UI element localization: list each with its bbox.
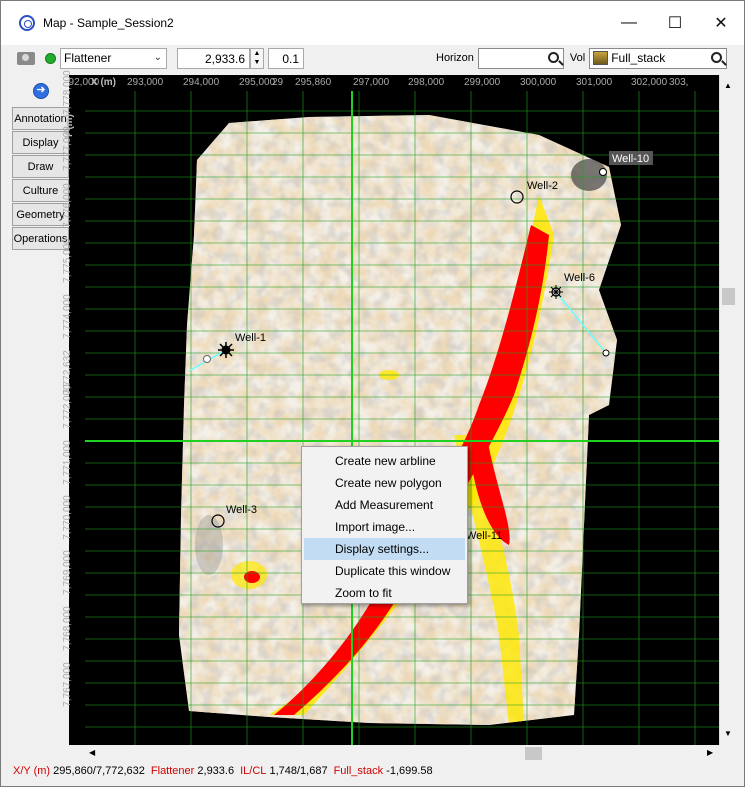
status-flattener-value: 2,933.6 bbox=[197, 765, 235, 777]
horizontal-scroll-thumb[interactable] bbox=[525, 747, 542, 760]
x-tick-label: 299,000 bbox=[464, 77, 501, 88]
status-dot-icon bbox=[45, 52, 56, 64]
chevron-down-icon: ⌄ bbox=[153, 51, 162, 63]
map-window: Map - Sample_Session2 — ☐ ✕ Flattener ⌄ … bbox=[0, 0, 745, 787]
minimize-button[interactable]: — bbox=[606, 1, 652, 45]
status-bar: X/Y (m) 295,860/7,772,632 Flattener 2,93… bbox=[1, 762, 744, 780]
toolbar: Flattener ⌄ 2,933.6 ▲ ▼ 0.1 Horizon Vol F… bbox=[1, 45, 744, 71]
x-tick-label: 300,000 bbox=[520, 77, 557, 88]
well-1-symbol[interactable] bbox=[218, 342, 234, 358]
y-tick-label: 7,774,000 bbox=[61, 294, 73, 339]
y-tick-label: 7,777,000 bbox=[61, 126, 73, 171]
y-tick-label: 7,767,000 bbox=[61, 662, 73, 707]
value-stepper[interactable]: ▲ ▼ bbox=[250, 47, 264, 69]
x-tick-label: 295,000 bbox=[239, 77, 276, 88]
navigate-arrow-icon[interactable]: ➜ bbox=[33, 83, 49, 99]
side-tab-operations[interactable]: Operations bbox=[12, 227, 69, 250]
well-6-symbol[interactable] bbox=[549, 285, 563, 299]
well-label: Well-11 bbox=[466, 530, 502, 542]
menu-item-zoom-to-fit[interactable]: Zoom to fit bbox=[302, 582, 467, 604]
search-icon[interactable] bbox=[711, 51, 723, 63]
x-tick-label: 29 bbox=[272, 77, 284, 88]
vol-label: Vol bbox=[569, 52, 586, 64]
y-tick-label: 7,778,000 bbox=[61, 70, 73, 115]
x-tick-label: 302,000 bbox=[631, 77, 668, 88]
scroll-right-icon[interactable]: ▶ bbox=[707, 748, 713, 757]
map-canvas[interactable]: Well-1 Well-2 Well-3 Well-6 Well-10 Well… bbox=[69, 75, 736, 745]
menu-item-create-new-arbline[interactable]: Create new arbline bbox=[302, 450, 467, 472]
x-tick-label: 293,000 bbox=[127, 77, 164, 88]
scroll-down-icon[interactable]: ▼ bbox=[724, 729, 732, 738]
x-tick-label: 292,000 bbox=[69, 77, 100, 88]
vertical-scroll-thumb[interactable] bbox=[722, 288, 735, 305]
menu-item-add-measurement[interactable]: Add Measurement bbox=[302, 494, 467, 516]
status-ilcl-value: 1,748/1,687 bbox=[269, 765, 328, 777]
menu-item-import-image[interactable]: Import image... bbox=[302, 516, 467, 538]
status-vol-label: Full_stack bbox=[333, 765, 384, 777]
seismic-map-svg[interactable]: Well-1 Well-2 Well-3 Well-6 Well-10 Well… bbox=[69, 75, 736, 745]
y-tick-label: 7,771,000 bbox=[61, 440, 73, 485]
search-icon[interactable] bbox=[547, 51, 559, 63]
close-button[interactable]: ✕ bbox=[698, 1, 744, 45]
x-tick-label: 298,000 bbox=[408, 77, 445, 88]
maximize-button[interactable]: ☐ bbox=[652, 1, 698, 45]
well-label: Well-10 bbox=[612, 153, 649, 165]
side-tab-display[interactable]: Display bbox=[12, 131, 69, 154]
value-input[interactable]: 2,933.6 bbox=[177, 47, 250, 69]
window-title: Map - Sample_Session2 bbox=[43, 16, 174, 30]
x-tick-label: 295,860 bbox=[295, 77, 332, 88]
seismic-amplitude-area bbox=[179, 115, 621, 725]
layer-select[interactable]: Flattener ⌄ bbox=[60, 47, 167, 69]
y-tick-label: 7,775,000 bbox=[61, 238, 73, 283]
y-tick-label: 7,769,000 bbox=[61, 550, 73, 595]
x-tick-label: 297,000 bbox=[353, 77, 390, 88]
side-tab-annotation[interactable]: Annotation bbox=[12, 107, 69, 130]
side-tab-geometry[interactable]: Geometry bbox=[12, 203, 69, 226]
well-6-bottom bbox=[602, 349, 610, 357]
y-tick-label: 7,768,000 bbox=[61, 606, 73, 651]
well-label: Well-1 bbox=[235, 332, 266, 344]
status-flattener-label: Flattener bbox=[150, 765, 195, 777]
side-tab-draw[interactable]: Draw bbox=[12, 155, 69, 178]
step-input[interactable]: 0.1 bbox=[268, 47, 304, 69]
y-tick-label: 7,770,000 bbox=[61, 495, 73, 540]
vol-value: Full_stack bbox=[611, 51, 666, 65]
layer-select-value: Flattener bbox=[64, 51, 112, 65]
side-tab-culture[interactable]: Culture bbox=[12, 179, 69, 202]
status-xy-label: X/Y (m) bbox=[13, 765, 51, 777]
y-tick-label: 7,776,000 bbox=[61, 183, 73, 228]
title-bar[interactable]: Map - Sample_Session2 — ☐ ✕ bbox=[1, 1, 744, 45]
window-controls: — ☐ ✕ bbox=[606, 1, 744, 45]
context-menu: Create new arbline Create new polygon Add … bbox=[301, 446, 468, 604]
vol-search-field[interactable]: Full_stack bbox=[589, 47, 728, 69]
well-marker[interactable] bbox=[203, 355, 211, 363]
horizontal-scrollbar[interactable]: ◀ ▶ bbox=[85, 745, 719, 762]
horizon-label: Horizon bbox=[436, 52, 474, 64]
camera-icon[interactable] bbox=[17, 51, 35, 65]
y-axis: Y (m) 7,778,000 7,777,000 7,776,000 7,775,00… bbox=[62, 70, 85, 745]
well-10-symbol[interactable] bbox=[599, 168, 607, 176]
scroll-up-icon[interactable]: ▲ bbox=[724, 81, 732, 90]
app-icon bbox=[19, 15, 35, 31]
horizon-search-field[interactable] bbox=[477, 47, 564, 69]
well-label: Well-2 bbox=[527, 180, 558, 192]
status-vol-value: -1,699.58 bbox=[386, 765, 433, 777]
well-label: Well-6 bbox=[564, 272, 595, 284]
status-ilcl-label: IL/CL bbox=[240, 765, 267, 777]
status-xy-value: 295,860/7,772,632 bbox=[53, 765, 145, 777]
y-tick-label: 7,772,000 bbox=[61, 384, 73, 429]
menu-item-create-new-polygon[interactable]: Create new polygon bbox=[302, 472, 467, 494]
x-axis: X (m) 292,000293,000294,000295,00029295,… bbox=[69, 75, 719, 91]
scroll-left-icon[interactable]: ◀ bbox=[89, 748, 95, 757]
vertical-scrollbar[interactable]: ▲ ▼ bbox=[719, 75, 736, 745]
volume-icon bbox=[593, 51, 609, 65]
x-tick-label: 294,000 bbox=[183, 77, 220, 88]
menu-item-duplicate-this-window[interactable]: Duplicate this window bbox=[302, 560, 467, 582]
menu-item-display-settings[interactable]: Display settings... bbox=[304, 538, 465, 560]
x-tick-label: 303, bbox=[669, 77, 689, 88]
well-label: Well-3 bbox=[226, 504, 257, 516]
x-tick-label: 301,000 bbox=[576, 77, 613, 88]
